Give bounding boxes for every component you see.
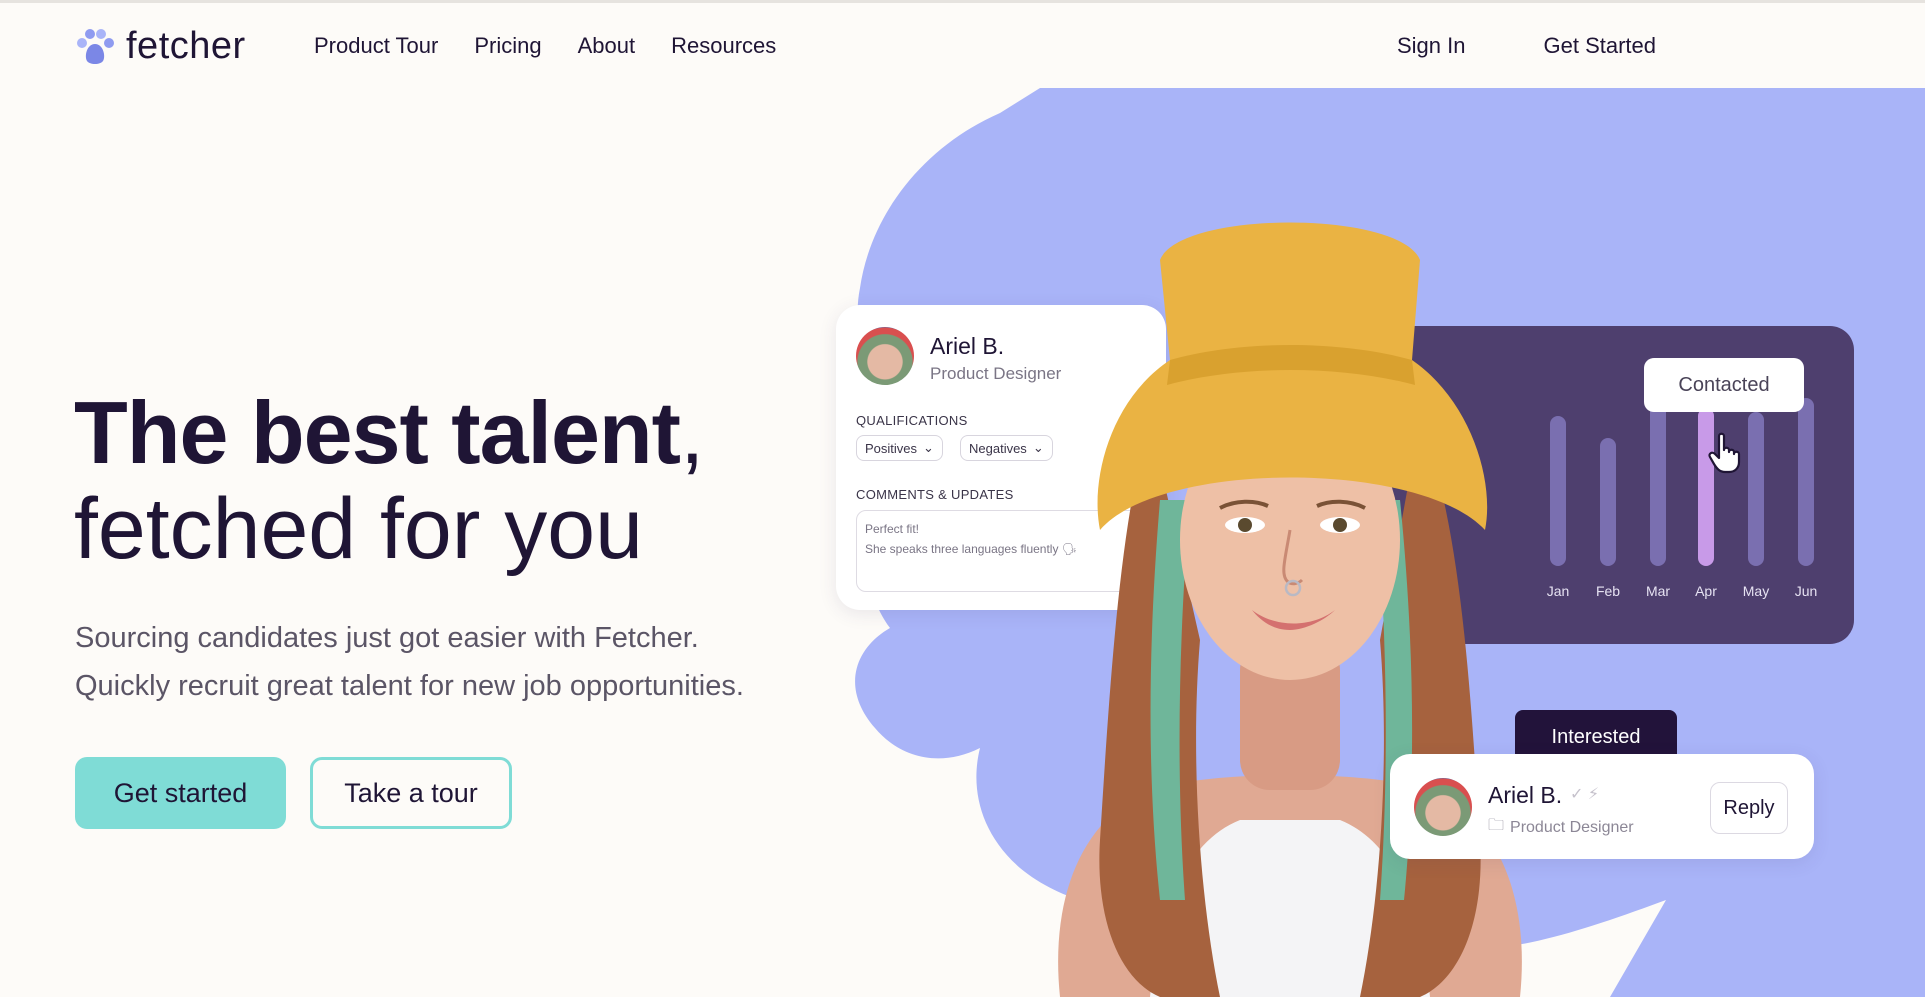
contacted-tooltip: Contacted [1644,358,1804,412]
reply-avatar [1414,778,1472,836]
sign-in-link[interactable]: Sign In [1397,33,1466,59]
chart-bar-may [1748,412,1764,566]
chart-month-label: Apr [1695,583,1717,599]
chart-bar-jan [1550,416,1566,566]
positives-dropdown[interactable]: Positives ⌄ [856,435,943,461]
hero-title-comma: , [679,383,704,482]
get-started-link[interactable]: Get Started [1544,33,1657,59]
negatives-label: Negatives [969,440,1027,456]
folder-icon: 🗀 [1488,817,1505,834]
negatives-dropdown[interactable]: Negatives ⌄ [960,435,1053,461]
paw-logo-icon [77,28,114,64]
reply-candidate-name: Ariel B. [1488,782,1563,808]
hero-title-line1: The best talent, [74,383,704,482]
nav-resources[interactable]: Resources [671,33,776,59]
brand-name: fetcher [126,25,246,67]
chart-month-label: Feb [1596,583,1620,599]
chart-bar-jun [1798,398,1814,566]
nav-links: Product Tour Pricing About Resources [314,33,776,59]
hero-subtitle-line1: Sourcing candidates just got easier with… [75,622,699,654]
hero-title-line2: fetched for you [74,481,643,577]
hero-subtitle: Sourcing candidates just got easier with… [75,614,744,710]
chart-month-label: Jan [1547,583,1570,599]
brand-logo[interactable]: fetcher [74,25,246,68]
qualifications-label: QUALIFICATIONS [856,413,968,428]
nav-about[interactable]: About [578,33,636,59]
chart-bar-feb [1600,438,1616,566]
chart-month-label: May [1743,583,1769,599]
pointer-hand-icon [1708,432,1741,474]
candidate-name: Ariel B. [930,333,1005,359]
top-navigation: fetcher Product Tour Pricing About Resou… [0,3,1925,89]
comments-label: COMMENTS & UPDATES [856,487,1014,502]
take-a-tour-button[interactable]: Take a tour [310,757,512,829]
nav-product-tour[interactable]: Product Tour [314,33,438,59]
nav-actions: Sign In Get Started [1397,33,1656,59]
nav-pricing[interactable]: Pricing [474,33,541,59]
reply-candidate-role-row: 🗀 Product Designer [1488,814,1634,841]
chart-bar-mar [1650,396,1666,566]
hero-title: The best talent, fetched for you [74,383,704,578]
reply-button[interactable]: Reply [1710,782,1788,834]
status-icons: ✓ ⚡ [1570,786,1600,803]
chart-month-label: Jun [1795,583,1818,599]
hero-title-bold: The best talent [74,383,681,482]
reply-candidate-role: Product Designer [1510,818,1634,836]
candidate-portrait [1058,222,1522,997]
positives-label: Positives [865,440,918,456]
hero-subtitle-line2: Quickly recruit great talent for new job… [75,670,744,702]
chevron-down-icon: ⌄ [923,440,934,455]
reply-card: Ariel B. ✓ ⚡ 🗀 Product Designer Reply [1390,754,1814,859]
chart-month-label: Mar [1646,583,1670,599]
candidate-avatar [856,327,914,385]
get-started-button[interactable]: Get started [75,757,286,829]
